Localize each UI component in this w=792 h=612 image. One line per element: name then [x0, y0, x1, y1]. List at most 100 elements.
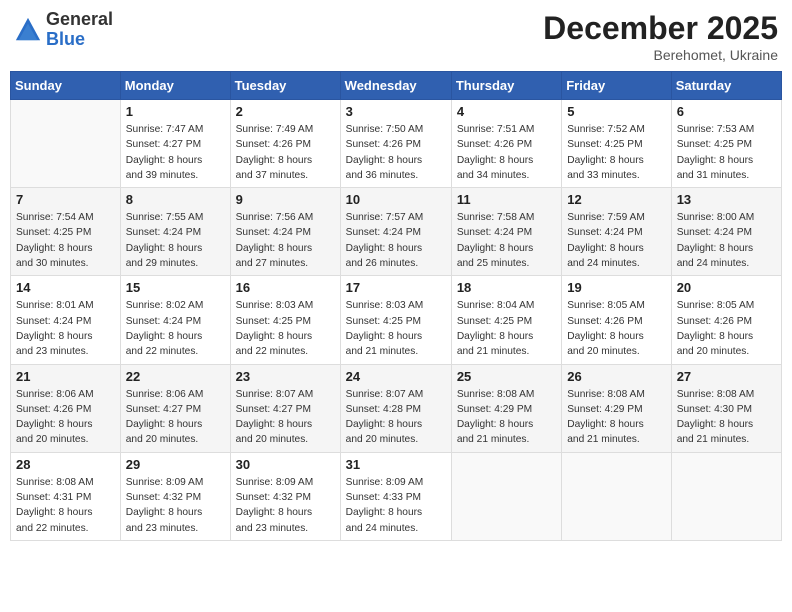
day-number: 28 — [16, 457, 115, 472]
calendar-cell-2-1: 7 Sunrise: 7:54 AMSunset: 4:25 PMDaylight… — [11, 188, 121, 276]
calendar-cell-4-4: 24 Sunrise: 8:07 AMSunset: 4:28 PMDayligh… — [340, 364, 451, 452]
calendar-cell-2-6: 12Sunrise: 7:59 AMSunset: 4:24 PMDayligh… — [562, 188, 671, 276]
weekday-header-row: SundayMondayTuesdayWednesdayThursdayFrid… — [11, 72, 782, 100]
day-number: 27 — [677, 369, 776, 384]
day-info: Sunrise: 7:47 AMSunset: 4:27 PMDaylight:… — [126, 122, 225, 183]
calendar-cell-4-6: 26 Sunrise: 8:08 AMSunset: 4:29 PMDayligh… — [562, 364, 671, 452]
day-info: Sunrise: 8:09 AMSunset: 4:32 PMDaylight:… — [236, 475, 335, 536]
day-number: 20 — [677, 280, 776, 295]
day-info: Sunrise: 8:05 AMSunset: 4:26 PMDaylight:… — [567, 298, 665, 359]
day-info: Sunrise: 7:55 AMSunset: 4:24 PMDaylight:… — [126, 210, 225, 271]
title-block: December 2025 Berehomet, Ukraine — [543, 10, 778, 63]
location-text: Berehomet, Ukraine — [543, 47, 778, 63]
calendar-cell-1-3: 2 Sunrise: 7:49 AMSunset: 4:26 PMDaylight… — [230, 100, 340, 188]
day-info: Sunrise: 7:58 AMSunset: 4:24 PMDaylight:… — [457, 210, 556, 271]
day-info: Sunrise: 8:08 AMSunset: 4:29 PMDaylight:… — [457, 387, 556, 448]
calendar-cell-1-7: 6 Sunrise: 7:53 AMSunset: 4:25 PMDaylight… — [671, 100, 781, 188]
calendar-cell-4-1: 21 Sunrise: 8:06 AMSunset: 4:26 PMDayligh… — [11, 364, 121, 452]
day-info: Sunrise: 8:01 AMSunset: 4:24 PMDaylight:… — [16, 298, 115, 359]
weekday-header-tuesday: Tuesday — [230, 72, 340, 100]
weekday-header-saturday: Saturday — [671, 72, 781, 100]
day-info: Sunrise: 7:50 AMSunset: 4:26 PMDaylight:… — [346, 122, 446, 183]
day-number: 3 — [346, 104, 446, 119]
day-number: 10 — [346, 192, 446, 207]
day-info: Sunrise: 8:09 AMSunset: 4:33 PMDaylight:… — [346, 475, 446, 536]
day-info: Sunrise: 7:56 AMSunset: 4:24 PMDaylight:… — [236, 210, 335, 271]
day-info: Sunrise: 7:49 AMSunset: 4:26 PMDaylight:… — [236, 122, 335, 183]
day-info: Sunrise: 7:53 AMSunset: 4:25 PMDaylight:… — [677, 122, 776, 183]
day-info: Sunrise: 8:04 AMSunset: 4:25 PMDaylight:… — [457, 298, 556, 359]
day-number: 15 — [126, 280, 225, 295]
day-number: 17 — [346, 280, 446, 295]
logo-blue-text: Blue — [46, 29, 85, 49]
calendar-cell-4-2: 22 Sunrise: 8:06 AMSunset: 4:27 PMDayligh… — [120, 364, 230, 452]
day-number: 26 — [567, 369, 665, 384]
calendar-cell-3-5: 18Sunrise: 8:04 AMSunset: 4:25 PMDayligh… — [451, 276, 561, 364]
calendar-cell-2-7: 13 Sunrise: 8:00 AMSunset: 4:24 PMDayligh… — [671, 188, 781, 276]
day-number: 25 — [457, 369, 556, 384]
weekday-header-friday: Friday — [562, 72, 671, 100]
day-number: 19 — [567, 280, 665, 295]
day-info: Sunrise: 7:57 AMSunset: 4:24 PMDaylight:… — [346, 210, 446, 271]
day-number: 4 — [457, 104, 556, 119]
calendar-cell-5-2: 29 Sunrise: 8:09 AMSunset: 4:32 PMDayligh… — [120, 452, 230, 540]
month-title: December 2025 — [543, 10, 778, 47]
calendar-cell-4-7: 27 Sunrise: 8:08 AMSunset: 4:30 PMDayligh… — [671, 364, 781, 452]
week-row-2: 7 Sunrise: 7:54 AMSunset: 4:25 PMDaylight… — [11, 188, 782, 276]
day-number: 23 — [236, 369, 335, 384]
day-number: 29 — [126, 457, 225, 472]
day-number: 6 — [677, 104, 776, 119]
day-info: Sunrise: 8:07 AMSunset: 4:27 PMDaylight:… — [236, 387, 335, 448]
day-number: 7 — [16, 192, 115, 207]
calendar-cell-1-6: 5 Sunrise: 7:52 AMSunset: 4:25 PMDaylight… — [562, 100, 671, 188]
page-header: General Blue December 2025 Berehomet, Uk… — [10, 10, 782, 63]
calendar-cell-1-2: 1 Sunrise: 7:47 AMSunset: 4:27 PMDaylight… — [120, 100, 230, 188]
day-number: 13 — [677, 192, 776, 207]
day-number: 30 — [236, 457, 335, 472]
day-info: Sunrise: 8:09 AMSunset: 4:32 PMDaylight:… — [126, 475, 225, 536]
week-row-1: 1 Sunrise: 7:47 AMSunset: 4:27 PMDaylight… — [11, 100, 782, 188]
day-info: Sunrise: 8:06 AMSunset: 4:27 PMDaylight:… — [126, 387, 225, 448]
logo-general-text: General — [46, 9, 113, 29]
day-number: 5 — [567, 104, 665, 119]
weekday-header-thursday: Thursday — [451, 72, 561, 100]
day-info: Sunrise: 8:00 AMSunset: 4:24 PMDaylight:… — [677, 210, 776, 271]
day-number: 22 — [126, 369, 225, 384]
calendar-cell-5-5 — [451, 452, 561, 540]
day-info: Sunrise: 8:03 AMSunset: 4:25 PMDaylight:… — [236, 298, 335, 359]
calendar-cell-2-5: 11 Sunrise: 7:58 AMSunset: 4:24 PMDayligh… — [451, 188, 561, 276]
calendar-cell-3-6: 19 Sunrise: 8:05 AMSunset: 4:26 PMDayligh… — [562, 276, 671, 364]
day-info: Sunrise: 7:51 AMSunset: 4:26 PMDaylight:… — [457, 122, 556, 183]
day-info: Sunrise: 7:59 AMSunset: 4:24 PMDaylight:… — [567, 210, 665, 271]
calendar-cell-4-3: 23 Sunrise: 8:07 AMSunset: 4:27 PMDayligh… — [230, 364, 340, 452]
week-row-5: 28Sunrise: 8:08 AMSunset: 4:31 PMDayligh… — [11, 452, 782, 540]
day-number: 1 — [126, 104, 225, 119]
day-info: Sunrise: 8:06 AMSunset: 4:26 PMDaylight:… — [16, 387, 115, 448]
logo-icon — [14, 16, 42, 44]
day-info: Sunrise: 8:08 AMSunset: 4:30 PMDaylight:… — [677, 387, 776, 448]
calendar-cell-5-3: 30 Sunrise: 8:09 AMSunset: 4:32 PMDayligh… — [230, 452, 340, 540]
day-info: Sunrise: 8:08 AMSunset: 4:29 PMDaylight:… — [567, 387, 665, 448]
day-number: 14 — [16, 280, 115, 295]
day-number: 31 — [346, 457, 446, 472]
calendar-table: SundayMondayTuesdayWednesdayThursdayFrid… — [10, 71, 782, 541]
week-row-3: 14 Sunrise: 8:01 AMSunset: 4:24 PMDayligh… — [11, 276, 782, 364]
calendar-cell-5-7 — [671, 452, 781, 540]
calendar-cell-5-1: 28Sunrise: 8:08 AMSunset: 4:31 PMDayligh… — [11, 452, 121, 540]
calendar-cell-1-1 — [11, 100, 121, 188]
day-number: 21 — [16, 369, 115, 384]
day-info: Sunrise: 8:07 AMSunset: 4:28 PMDaylight:… — [346, 387, 446, 448]
calendar-cell-1-4: 3 Sunrise: 7:50 AMSunset: 4:26 PMDaylight… — [340, 100, 451, 188]
calendar-cell-3-2: 15 Sunrise: 8:02 AMSunset: 4:24 PMDayligh… — [120, 276, 230, 364]
day-info: Sunrise: 7:52 AMSunset: 4:25 PMDaylight:… — [567, 122, 665, 183]
day-number: 2 — [236, 104, 335, 119]
calendar-cell-4-5: 25 Sunrise: 8:08 AMSunset: 4:29 PMDayligh… — [451, 364, 561, 452]
day-number: 8 — [126, 192, 225, 207]
day-number: 24 — [346, 369, 446, 384]
day-info: Sunrise: 7:54 AMSunset: 4:25 PMDaylight:… — [16, 210, 115, 271]
day-info: Sunrise: 8:02 AMSunset: 4:24 PMDaylight:… — [126, 298, 225, 359]
week-row-4: 21 Sunrise: 8:06 AMSunset: 4:26 PMDayligh… — [11, 364, 782, 452]
day-number: 11 — [457, 192, 556, 207]
calendar-cell-2-2: 8 Sunrise: 7:55 AMSunset: 4:24 PMDaylight… — [120, 188, 230, 276]
calendar-cell-3-7: 20Sunrise: 8:05 AMSunset: 4:26 PMDayligh… — [671, 276, 781, 364]
